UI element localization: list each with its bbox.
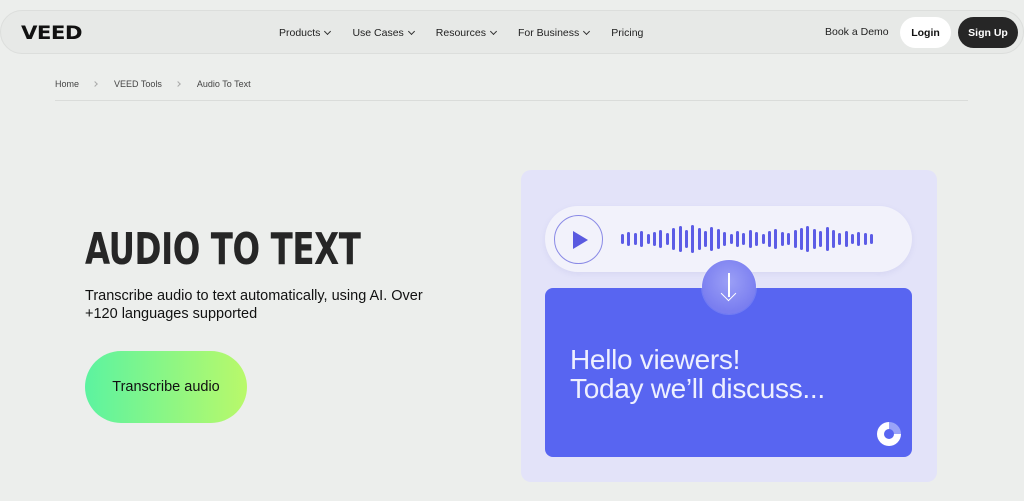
chevron-right-icon [175,81,181,87]
waveform-bar [812,229,816,249]
nav-resources[interactable]: Resources [435,27,498,39]
audio-to-text-illustration: Hello viewers! Today we’ll discuss... [521,170,937,482]
nav-products[interactable]: Products [279,27,332,39]
waveform-bar [793,230,797,248]
breadcrumb: Home VEED Tools Audio To Text [55,79,251,89]
waveform-bar [799,228,803,250]
waveform-bar [870,234,874,244]
transcript-text: Hello viewers! Today we’ll discuss... [570,345,825,403]
hero-subtitle: Transcribe audio to text automatically, … [85,288,423,322]
waveform-bar [672,228,676,250]
breadcrumb-home[interactable]: Home [55,79,79,89]
waveform-bar [819,231,823,247]
page-title: AUDIO TO TEXT [85,224,361,275]
chevron-down-icon [489,27,498,36]
nav-for-business-label: For Business [518,27,580,39]
nav-links: Products Use Cases Resources For Busines… [279,11,665,55]
waveform-bar [851,234,855,244]
waveform-bar [844,231,848,247]
waveform-bar [704,231,708,247]
breadcrumb-divider [55,100,968,101]
waveform-bar [665,233,669,245]
waveform-bar [691,225,695,253]
nav-products-label: Products [279,27,321,39]
waveform-bar [652,232,656,246]
waveform-bar [678,226,682,252]
waveform-bar [646,234,650,244]
nav-use-cases-label: Use Cases [352,27,404,39]
waveform-bar [767,231,771,247]
waveform-bar [774,229,778,249]
waveform-bar [640,231,644,247]
nav-pricing-label: Pricing [611,27,644,39]
waveform-bar [633,233,637,245]
transcribe-audio-button[interactable]: Transcribe audio [85,351,247,423]
breadcrumb-current: Audio To Text [196,79,251,89]
waveform-bar [621,234,624,244]
chevron-down-icon [324,27,332,36]
waveform-bar [736,231,740,247]
signup-button[interactable]: Sign Up [958,17,1018,48]
nav-resources-label: Resources [435,27,486,39]
progress-donut-icon [877,422,901,446]
waveform-bar [761,234,765,244]
waveform-bar [729,234,733,244]
audio-waveform [621,206,877,272]
waveform-bar [755,232,759,246]
book-demo-link[interactable]: Book a Demo [825,26,889,38]
waveform-bar [787,233,791,245]
waveform-bar [825,227,829,251]
waveform-bar [684,230,688,248]
top-navigation: VEED Products Use Cases Resources For Bu… [0,10,1024,54]
chevron-down-icon [583,27,591,36]
waveform-bar [806,226,810,252]
login-button[interactable]: Login [900,17,951,48]
waveform-bar [627,232,631,246]
waveform-bar [716,229,720,249]
waveform-bar [838,233,842,245]
nav-pricing[interactable]: Pricing [611,27,643,39]
nav-use-cases[interactable]: Use Cases [352,27,415,39]
transcript-line-2: Today we’ll discuss... [570,373,825,404]
chevron-right-icon [92,81,98,87]
play-icon [573,230,588,249]
waveform-bar [863,233,867,245]
waveform-bar [831,230,835,248]
waveform-bar [697,228,701,250]
waveform-bar [723,232,727,246]
chevron-down-icon [407,27,415,36]
waveform-bar [710,227,714,251]
transcript-line-1: Hello viewers! [570,344,741,375]
waveform-bar [780,232,784,246]
waveform-bar [748,230,752,248]
waveform-bar [742,233,746,245]
waveform-bar [857,232,861,246]
play-button [554,215,603,264]
breadcrumb-veed-tools[interactable]: VEED Tools [114,79,162,89]
waveform-bar [659,230,663,248]
nav-for-business[interactable]: For Business [518,27,591,39]
veed-logo[interactable]: VEED [21,22,83,44]
arrow-down-badge [702,260,756,314]
